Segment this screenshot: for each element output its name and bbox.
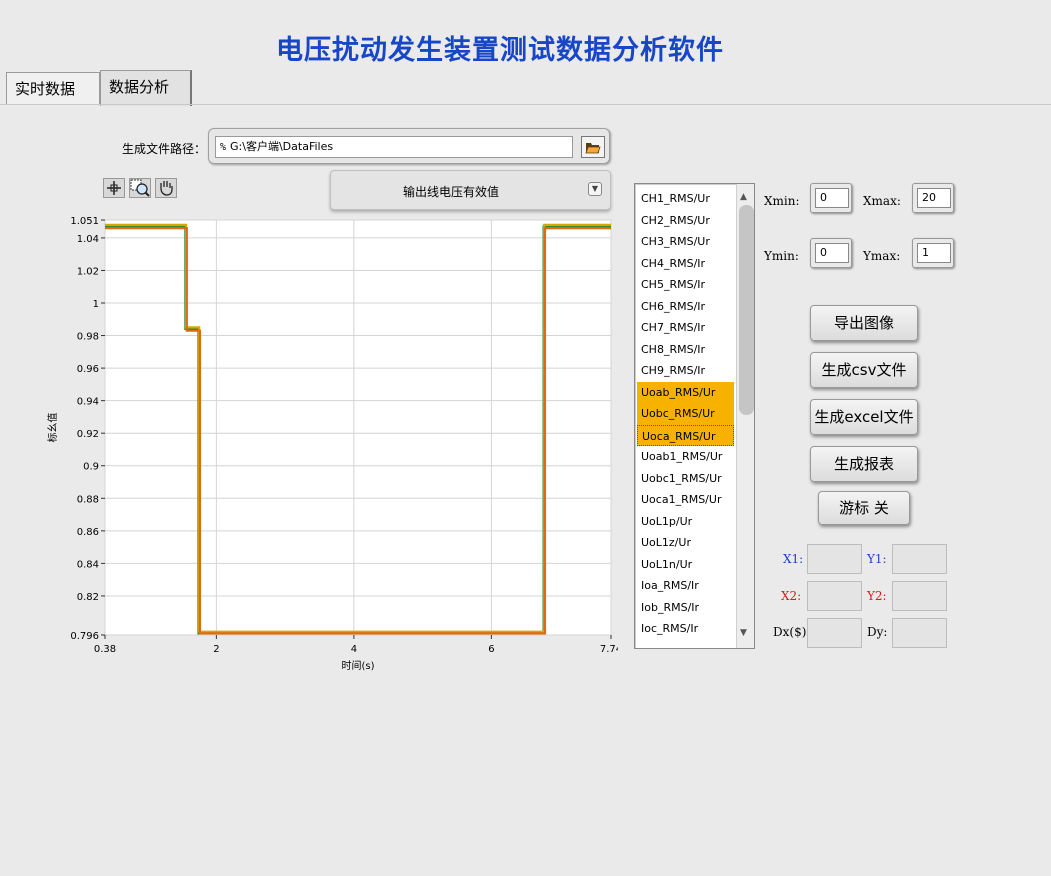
y-tick-label: 1.051 xyxy=(70,216,99,227)
scroll-up-icon[interactable]: ▲ xyxy=(740,192,747,202)
file-path-input[interactable]: % G:\客户端\DataFiles xyxy=(215,136,573,158)
ymax-label: Ymax: xyxy=(863,249,901,263)
x1-label: X1: xyxy=(783,552,804,566)
x-tick-label: 7.74 xyxy=(600,644,618,655)
scrollbar-thumb[interactable] xyxy=(739,205,754,415)
y-tick-label: 0.84 xyxy=(77,559,99,570)
dy-display xyxy=(892,618,947,648)
y2-label: Y2: xyxy=(867,589,887,603)
dx-display xyxy=(807,618,862,648)
y-tick-label: 0.92 xyxy=(77,429,99,440)
file-path-control: % G:\客户端\DataFiles xyxy=(208,128,610,164)
ymin-input[interactable]: 0 xyxy=(810,238,852,268)
dy-label: Dy: xyxy=(867,625,888,639)
channel-listbox[interactable]: CH1_RMS/Ur CH2_RMS/Ur CH3_RMS/Ur CH4_RMS/Ir… xyxy=(634,183,755,649)
channel-list-item[interactable]: Iob_RMS/Ir xyxy=(637,597,734,619)
y-tick-label: 0.86 xyxy=(77,527,99,538)
xmin-label: Xmin: xyxy=(764,194,800,208)
channel-list-item[interactable]: CH6_RMS/Ir xyxy=(637,296,734,318)
waveform-graph[interactable]: 0.38 2 4 6 7.74 1.051 1.04 1.02 1 0.98 0.96 0.94 0.9… xyxy=(40,210,618,685)
channel-list-item[interactable]: CH9_RMS/Ir xyxy=(637,360,734,382)
channel-list-item[interactable]: Uoca1_RMS/Ur xyxy=(637,489,734,511)
plot-quantity-dropdown[interactable]: 输出线电压有效值 ▼ xyxy=(330,170,611,210)
y-tick-label: 0.9 xyxy=(83,462,99,473)
channel-list-item[interactable]: UoL1n/Ur xyxy=(637,554,734,576)
y-tick-label: 0.88 xyxy=(77,494,99,505)
y1-display xyxy=(892,544,947,574)
channel-list-item[interactable]: UoL1z/Ur xyxy=(637,532,734,554)
channel-list-item[interactable]: CH2_RMS/Ur xyxy=(637,210,734,232)
x-tick-label: 4 xyxy=(351,644,357,655)
ymin-label: Ymin: xyxy=(764,249,799,263)
channel-list-item[interactable]: Ioa_RMS/Ir xyxy=(637,575,734,597)
channel-list-item[interactable]: CH3_RMS/Ur xyxy=(637,231,734,253)
xmin-input[interactable]: 0 xyxy=(810,183,852,213)
y-tick-label: 0.94 xyxy=(77,397,99,408)
app-title: 电压扰动发生装置测试数据分析软件 xyxy=(276,35,724,66)
channel-list-item[interactable]: Uoab1_RMS/Ur xyxy=(637,446,734,468)
plot-quantity-value: 输出线电压有效值 xyxy=(402,185,499,199)
chevron-down-icon: ▼ xyxy=(588,182,602,196)
tab-data-analysis[interactable]: 数据分析 xyxy=(100,70,192,106)
generate-excel-button[interactable]: 生成excel文件 xyxy=(810,399,918,435)
y-tick-label: 0.82 xyxy=(77,592,99,603)
file-path-label: 生成文件路径： xyxy=(122,142,207,156)
generate-csv-button[interactable]: 生成csv文件 xyxy=(810,352,918,388)
export-image-button[interactable]: 导出图像 xyxy=(810,305,918,341)
xmax-label: Xmax: xyxy=(863,194,901,208)
x2-label: X2: xyxy=(781,589,802,603)
channel-list-item[interactable]: CH7_RMS/Ir xyxy=(637,317,734,339)
channel-list-item[interactable]: Uobc_RMS/Ur xyxy=(637,403,734,425)
cursor-toggle-button[interactable]: 游标 关 xyxy=(818,491,910,525)
cursor-crosshair-icon[interactable] xyxy=(103,178,125,198)
y2-display xyxy=(892,581,947,611)
channel-list-item[interactable]: CH5_RMS/Ir xyxy=(637,274,734,296)
channel-list-item[interactable]: CH4_RMS/Ir xyxy=(637,253,734,275)
ymax-input[interactable]: 1 xyxy=(912,238,954,268)
file-path-value: G:\客户端\DataFiles xyxy=(230,140,334,153)
zoom-icon[interactable] xyxy=(129,178,151,198)
ymax-value: 1 xyxy=(917,243,951,263)
y-tick-label: 0.796 xyxy=(70,631,99,642)
x-tick-label: 0.38 xyxy=(94,644,116,655)
y-axis-title: 标幺值 xyxy=(46,413,59,443)
browse-folder-button[interactable] xyxy=(581,136,605,158)
xmax-value: 20 xyxy=(917,188,951,208)
folder-open-icon xyxy=(585,143,601,154)
y-tick-label: 0.98 xyxy=(77,332,99,343)
y-tick-label: 1 xyxy=(93,299,99,310)
tab-panel-border xyxy=(0,104,1051,105)
channel-list-item[interactable]: Uobc1_RMS/Ur xyxy=(637,468,734,490)
tab-realtime-data[interactable]: 实时数据 xyxy=(6,72,100,104)
y-tick-label: 1.04 xyxy=(77,234,99,245)
ymin-value: 0 xyxy=(815,243,849,263)
channel-list-item[interactable]: CH8_RMS/Ir xyxy=(637,339,734,361)
channel-list-item[interactable]: UoL1p/Ur xyxy=(637,511,734,533)
y-tick-label: 0.96 xyxy=(77,364,99,375)
channel-list-item[interactable]: Uoab_RMS/Ur xyxy=(637,381,734,403)
path-prefix-icon: % xyxy=(220,142,227,153)
graph-tool-palette xyxy=(103,178,179,198)
x-axis-title: 时间(s) xyxy=(341,659,374,672)
y-tick-label: 1.02 xyxy=(77,266,99,277)
listbox-scrollbar[interactable]: ▲ ▼ xyxy=(736,184,754,648)
x-tick-label: 2 xyxy=(213,644,219,655)
x-tick-label: 6 xyxy=(488,644,494,655)
scroll-down-icon[interactable]: ▼ xyxy=(740,628,747,638)
channel-list-item[interactable]: Uoca_RMS/Ur xyxy=(637,424,734,446)
plot-area[interactable] xyxy=(104,219,612,636)
x2-display xyxy=(807,581,862,611)
channel-list-item[interactable]: CH1_RMS/Ur xyxy=(637,188,734,210)
xmin-value: 0 xyxy=(815,188,849,208)
dx-label: Dx($): xyxy=(773,625,811,639)
x1-display xyxy=(807,544,862,574)
xmax-input[interactable]: 20 xyxy=(912,183,954,213)
pan-hand-icon[interactable] xyxy=(155,178,177,198)
y1-label: Y1: xyxy=(867,552,887,566)
generate-report-button[interactable]: 生成报表 xyxy=(810,446,918,482)
channel-list-item[interactable]: Ioc_RMS/Ir xyxy=(637,618,734,640)
